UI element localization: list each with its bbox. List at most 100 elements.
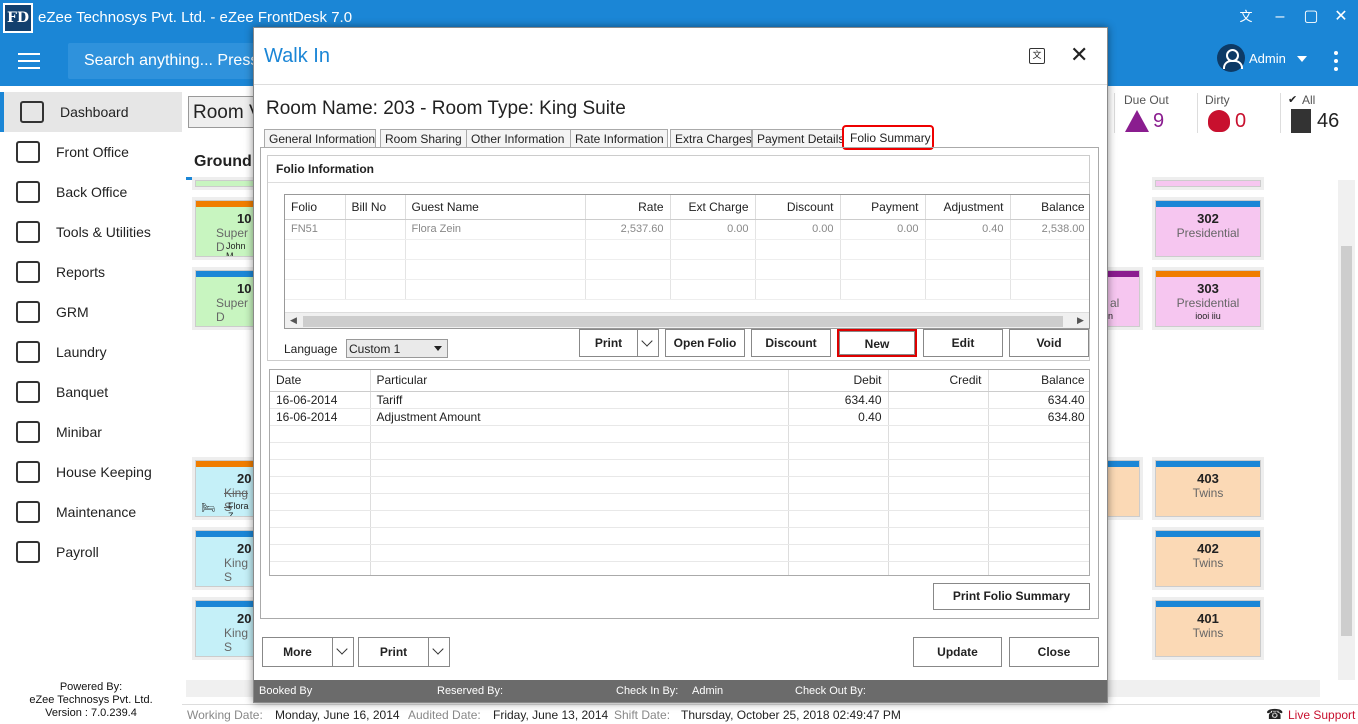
- discount-button[interactable]: Discount: [751, 329, 831, 357]
- sidebar-item-maintenance[interactable]: Maintenance: [0, 492, 182, 532]
- sidebar-item-reports[interactable]: Reports: [0, 252, 182, 292]
- column-header[interactable]: Bill No: [345, 195, 406, 220]
- room-tile-partial[interactable]: al n: [1108, 270, 1140, 327]
- room-tile[interactable]: 302 Presidential: [1155, 200, 1261, 257]
- sidebar-item-front-office[interactable]: Front Office: [0, 132, 182, 172]
- guest-name-cell: Flora Zein: [405, 219, 586, 240]
- stats-divider: [1280, 93, 1281, 133]
- tab-extra-charges[interactable]: Extra Charges: [670, 129, 752, 148]
- column-header[interactable]: Credit: [888, 370, 989, 392]
- sidebar-item-grm[interactable]: GRM: [0, 292, 182, 332]
- room-tile[interactable]: 403 Twins: [1155, 460, 1261, 517]
- room-tile[interactable]: 20 King S 🛏 Flora Z: [195, 460, 255, 517]
- room-tile[interactable]: 402 Twins: [1155, 530, 1261, 587]
- open-folio-button[interactable]: Open Folio: [665, 329, 745, 357]
- maximize-button[interactable]: ▢: [1298, 6, 1324, 28]
- dropdown-arrow-icon: [434, 346, 442, 351]
- new-button[interactable]: New: [837, 329, 917, 357]
- column-header[interactable]: Guest Name: [405, 195, 586, 220]
- room-view-button[interactable]: Room V: [188, 96, 258, 128]
- table-row[interactable]: FN51 Flora Zein 2,537.60 0.00 0.00 0.00 …: [285, 219, 1089, 240]
- folio-grid[interactable]: Folio Bill No Guest Name Rate Ext Charge…: [284, 194, 1090, 329]
- sidebar-item-label: Laundry: [56, 344, 107, 360]
- room-number: 401: [1197, 611, 1219, 626]
- tab-payment-details[interactable]: Payment Details: [752, 129, 848, 148]
- tab-room-sharing[interactable]: Room Sharing: [380, 129, 468, 148]
- column-header[interactable]: Particular: [370, 370, 789, 392]
- grid-horizontal-scrollbar[interactable]: ◀ ▶: [285, 312, 1089, 328]
- print-menu-button[interactable]: Print: [358, 637, 429, 667]
- column-header[interactable]: Folio: [285, 195, 346, 220]
- room-tile[interactable]: 10 Super D: [195, 270, 255, 327]
- close-button[interactable]: Close: [1009, 637, 1099, 667]
- tab-rate-information[interactable]: Rate Information: [570, 129, 668, 148]
- more-dropdown-icon[interactable]: [332, 637, 354, 667]
- column-header[interactable]: Ext Charge: [670, 195, 756, 220]
- sidebar-item-minibar[interactable]: Minibar: [0, 412, 182, 452]
- room-tile[interactable]: 10 Super D John M: [195, 200, 255, 257]
- edit-button[interactable]: Edit: [923, 329, 1003, 357]
- column-header[interactable]: Date: [270, 370, 371, 392]
- table-row: [270, 459, 1089, 477]
- column-header[interactable]: Rate: [585, 195, 671, 220]
- scrollbar-thumb[interactable]: [1341, 246, 1352, 636]
- room-tile-partial[interactable]: [1108, 460, 1140, 517]
- sidebar-item-laundry[interactable]: Laundry: [0, 332, 182, 372]
- laundry-icon: [16, 341, 40, 363]
- room-number: 20: [237, 541, 252, 556]
- column-header[interactable]: Debit: [788, 370, 889, 392]
- room-tile[interactable]: 303 Presidential iooi iiu: [1155, 270, 1261, 327]
- print-menu-dropdown-icon[interactable]: [428, 637, 450, 667]
- minimize-button[interactable]: –: [1267, 6, 1293, 28]
- sidebar-item-label: Maintenance: [56, 504, 137, 520]
- room-tile[interactable]: 20 King S: [195, 600, 255, 657]
- scroll-right-icon[interactable]: ▶: [1077, 315, 1084, 326]
- column-header[interactable]: Payment: [840, 195, 926, 220]
- table-row[interactable]: 16-06-2014 Tariff 634.40 634.40: [270, 391, 1089, 409]
- room-tile[interactable]: 401 Twins: [1155, 600, 1261, 657]
- tab-general-information[interactable]: General Information: [264, 129, 376, 148]
- language-select[interactable]: Custom 1: [346, 339, 448, 358]
- dialog-close-icon[interactable]: ✕: [1070, 44, 1088, 66]
- tab-other-information[interactable]: Other Information: [466, 129, 572, 148]
- print-folio-summary-button[interactable]: Print Folio Summary: [933, 583, 1090, 610]
- sidebar-item-dashboard[interactable]: Dashboard: [0, 92, 182, 132]
- scroll-left-icon[interactable]: ◀: [290, 315, 297, 326]
- more-options-icon[interactable]: [1334, 51, 1340, 75]
- column-header[interactable]: Discount: [755, 195, 841, 220]
- sidebar-item-banquet[interactable]: Banquet: [0, 372, 182, 412]
- room-tile[interactable]: 20 King S: [195, 530, 255, 587]
- update-button[interactable]: Update: [913, 637, 1002, 667]
- sidebar-item-payroll[interactable]: Payroll: [0, 532, 182, 572]
- column-header[interactable]: Balance: [988, 370, 1089, 392]
- window-close-button[interactable]: ✕: [1328, 6, 1354, 28]
- sidebar-item-back-office[interactable]: Back Office: [0, 172, 182, 212]
- column-header[interactable]: Adjustment: [925, 195, 1011, 220]
- sidebar-item-label: Dashboard: [60, 104, 129, 120]
- adjustment-cell: 0.40: [925, 219, 1011, 240]
- hamburger-menu-icon[interactable]: [18, 53, 40, 69]
- translate-icon[interactable]: 文: [1029, 48, 1045, 64]
- sidebar-item-house-keeping[interactable]: House Keeping: [0, 452, 182, 492]
- print-dropdown-icon[interactable]: [637, 329, 659, 357]
- sidebar-item-tools[interactable]: Tools & Utilities: [0, 212, 182, 252]
- scrollbar-thumb[interactable]: [303, 316, 1063, 327]
- vertical-scrollbar[interactable]: [1338, 180, 1355, 680]
- room-type: King S: [224, 626, 249, 654]
- sidebar-item-label: Tools & Utilities: [56, 224, 151, 240]
- language-icon[interactable]: 文: [1233, 6, 1259, 28]
- live-support-link[interactable]: Live Support: [1288, 708, 1355, 722]
- column-header[interactable]: Balance: [1010, 195, 1089, 220]
- minibar-icon: [16, 421, 40, 443]
- table-row[interactable]: 16-06-2014 Adjustment Amount 0.40 634.80: [270, 408, 1089, 426]
- room-tile-partial[interactable]: [195, 180, 255, 187]
- rate-cell: 2,537.60: [585, 219, 671, 240]
- room-tile-partial[interactable]: [1155, 180, 1261, 187]
- transactions-grid[interactable]: Date Particular Debit Credit Balance 16-…: [269, 369, 1090, 576]
- global-search-input[interactable]: Search anything... Press: [68, 43, 268, 79]
- print-button[interactable]: Print: [579, 329, 638, 357]
- working-date-label: Working Date:: [187, 708, 263, 722]
- audited-date-label: Audited Date:: [408, 708, 481, 722]
- void-button[interactable]: Void: [1009, 329, 1089, 357]
- more-button[interactable]: More: [262, 637, 333, 667]
